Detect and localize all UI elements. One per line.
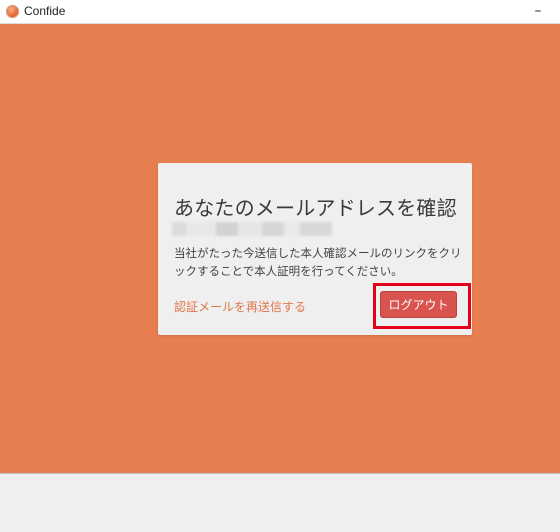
minimize-button[interactable]: –: [528, 2, 548, 20]
window-title: Confide: [24, 4, 66, 18]
logout-button[interactable]: ログアウト: [380, 291, 457, 318]
confide-logo-icon: [6, 5, 19, 18]
card-message: 当社がたった今送信した本人確認メールのリンクをクリックすることで本人証明を行って…: [174, 246, 462, 278]
card-title: あなたのメールアドレスを確認: [174, 196, 457, 220]
verify-email-card: あなたのメールアドレスを確認 当社がたった今送信した本人確認メールのリンクをクリ…: [158, 163, 472, 335]
redacted-email-address: [172, 222, 332, 236]
app-content: あなたのメールアドレスを確認 当社がたった今送信した本人確認メールのリンクをクリ…: [0, 24, 560, 474]
resend-verification-link[interactable]: 認証メールを再送信する: [174, 298, 306, 315]
title-bar: Confide –: [0, 0, 560, 24]
